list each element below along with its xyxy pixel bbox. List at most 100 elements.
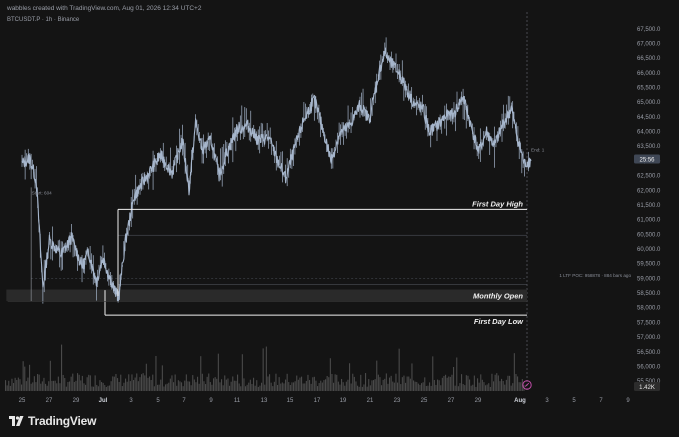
y-axis-tick: 66,000.0 [637,71,661,77]
volume-bar [390,375,392,391]
volume-bar [133,380,135,391]
volume-bar [190,385,192,391]
volume-bar [288,382,290,391]
volume-bar [515,373,517,391]
volume-bar [400,384,402,391]
x-axis-tick: 17 [314,398,321,404]
volume-bar [201,373,203,391]
volume-bar [230,381,232,391]
volume-bar [403,375,405,391]
volume-bar [398,348,400,391]
y-axis-tick: 65,500.0 [637,86,661,92]
volume-bar [233,380,235,391]
volume-bar [462,384,464,391]
volume-bar [329,358,331,391]
price-chart[interactable]: First Day High Monthly Open First Day Low S… [0,0,679,437]
volume-bar [422,382,424,391]
volume-bar [45,383,47,391]
volume-bar [221,379,223,391]
volume-bar [497,375,499,391]
volume-bar [83,383,85,391]
volume-bar [203,381,205,391]
volume-bar [342,382,344,391]
volume-bar [240,386,242,391]
y-axis-tick: 65,000.0 [637,100,661,106]
volume-bar [46,385,48,391]
volume-bar [256,380,258,391]
volume-bar [389,377,391,391]
volume-bar [126,381,128,391]
volume-bar [304,383,306,391]
volume-bar [254,385,256,391]
volume-bar [465,375,467,391]
y-axis-tick: 61,500.0 [637,203,661,209]
volume-bar [301,376,303,391]
volume-bar [208,373,210,391]
volume-bar [104,385,106,391]
volume-bar [481,379,483,391]
volume-bar [385,373,387,391]
volume-bar [326,375,328,391]
x-axis-tick: 25 [421,398,428,404]
volume-bar [513,353,515,391]
volume-bar [440,385,442,391]
volume-bar [16,380,18,391]
creator-line: wabbles created with TradingView.com, Au… [7,5,202,12]
volume-bar [493,381,495,391]
volume-bar [187,381,189,391]
volume-bar [416,381,418,391]
volume-bar [341,378,343,391]
volume-bar [227,378,229,391]
volume-bar [350,383,352,391]
volume-bar [262,348,264,391]
volume-bar [473,375,475,391]
volume-bar [518,382,520,391]
volume-bar [510,385,512,391]
volume-bar [446,377,448,391]
volume-bar [32,382,34,391]
volume-bar [369,385,371,391]
volume-bar [77,373,79,391]
volume-bar [6,385,8,391]
volume-bar [494,374,496,391]
volume-bar [264,384,266,391]
volume-bar [464,385,466,391]
volume-bar [198,383,200,391]
volume-bar [181,382,183,391]
volume-bar [33,376,35,391]
tradingview-logo[interactable]: TradingView [8,414,96,428]
volume-bar [213,378,215,391]
volume-bar [61,344,63,391]
volume-bar [35,382,37,391]
volume-bar [395,373,397,391]
volume-bar [421,383,423,391]
volume-bar [520,382,522,391]
volume-bar [449,376,451,391]
volume-bar [363,384,365,391]
volume-bar [475,386,477,391]
volume-bar [81,375,83,391]
volume-bar [222,385,224,391]
symbol-info[interactable]: BTCUSDT.P · 1h · Binance [7,17,79,23]
y-axis-tick: 64,500.0 [637,115,661,121]
volume-bar [317,386,319,391]
volume-bar [430,385,432,391]
volume-bar [97,386,99,391]
volume-bar [205,384,207,391]
volume-bar [219,382,221,391]
x-axis-tick: 15 [287,398,294,404]
volume-bar [73,381,75,391]
volume-bar [117,378,119,391]
volume-bar [318,383,320,391]
volume-bar [259,385,261,391]
volume-bar [193,379,195,391]
volume-bar [435,384,437,391]
volume-bar [384,378,386,391]
volume-bar [352,373,354,391]
volume-bar [405,382,407,391]
volume-bar [184,380,186,391]
volume-bar [96,384,98,391]
volume-bar [269,374,271,391]
volume-bar [477,378,479,391]
volume-bar [64,378,66,391]
